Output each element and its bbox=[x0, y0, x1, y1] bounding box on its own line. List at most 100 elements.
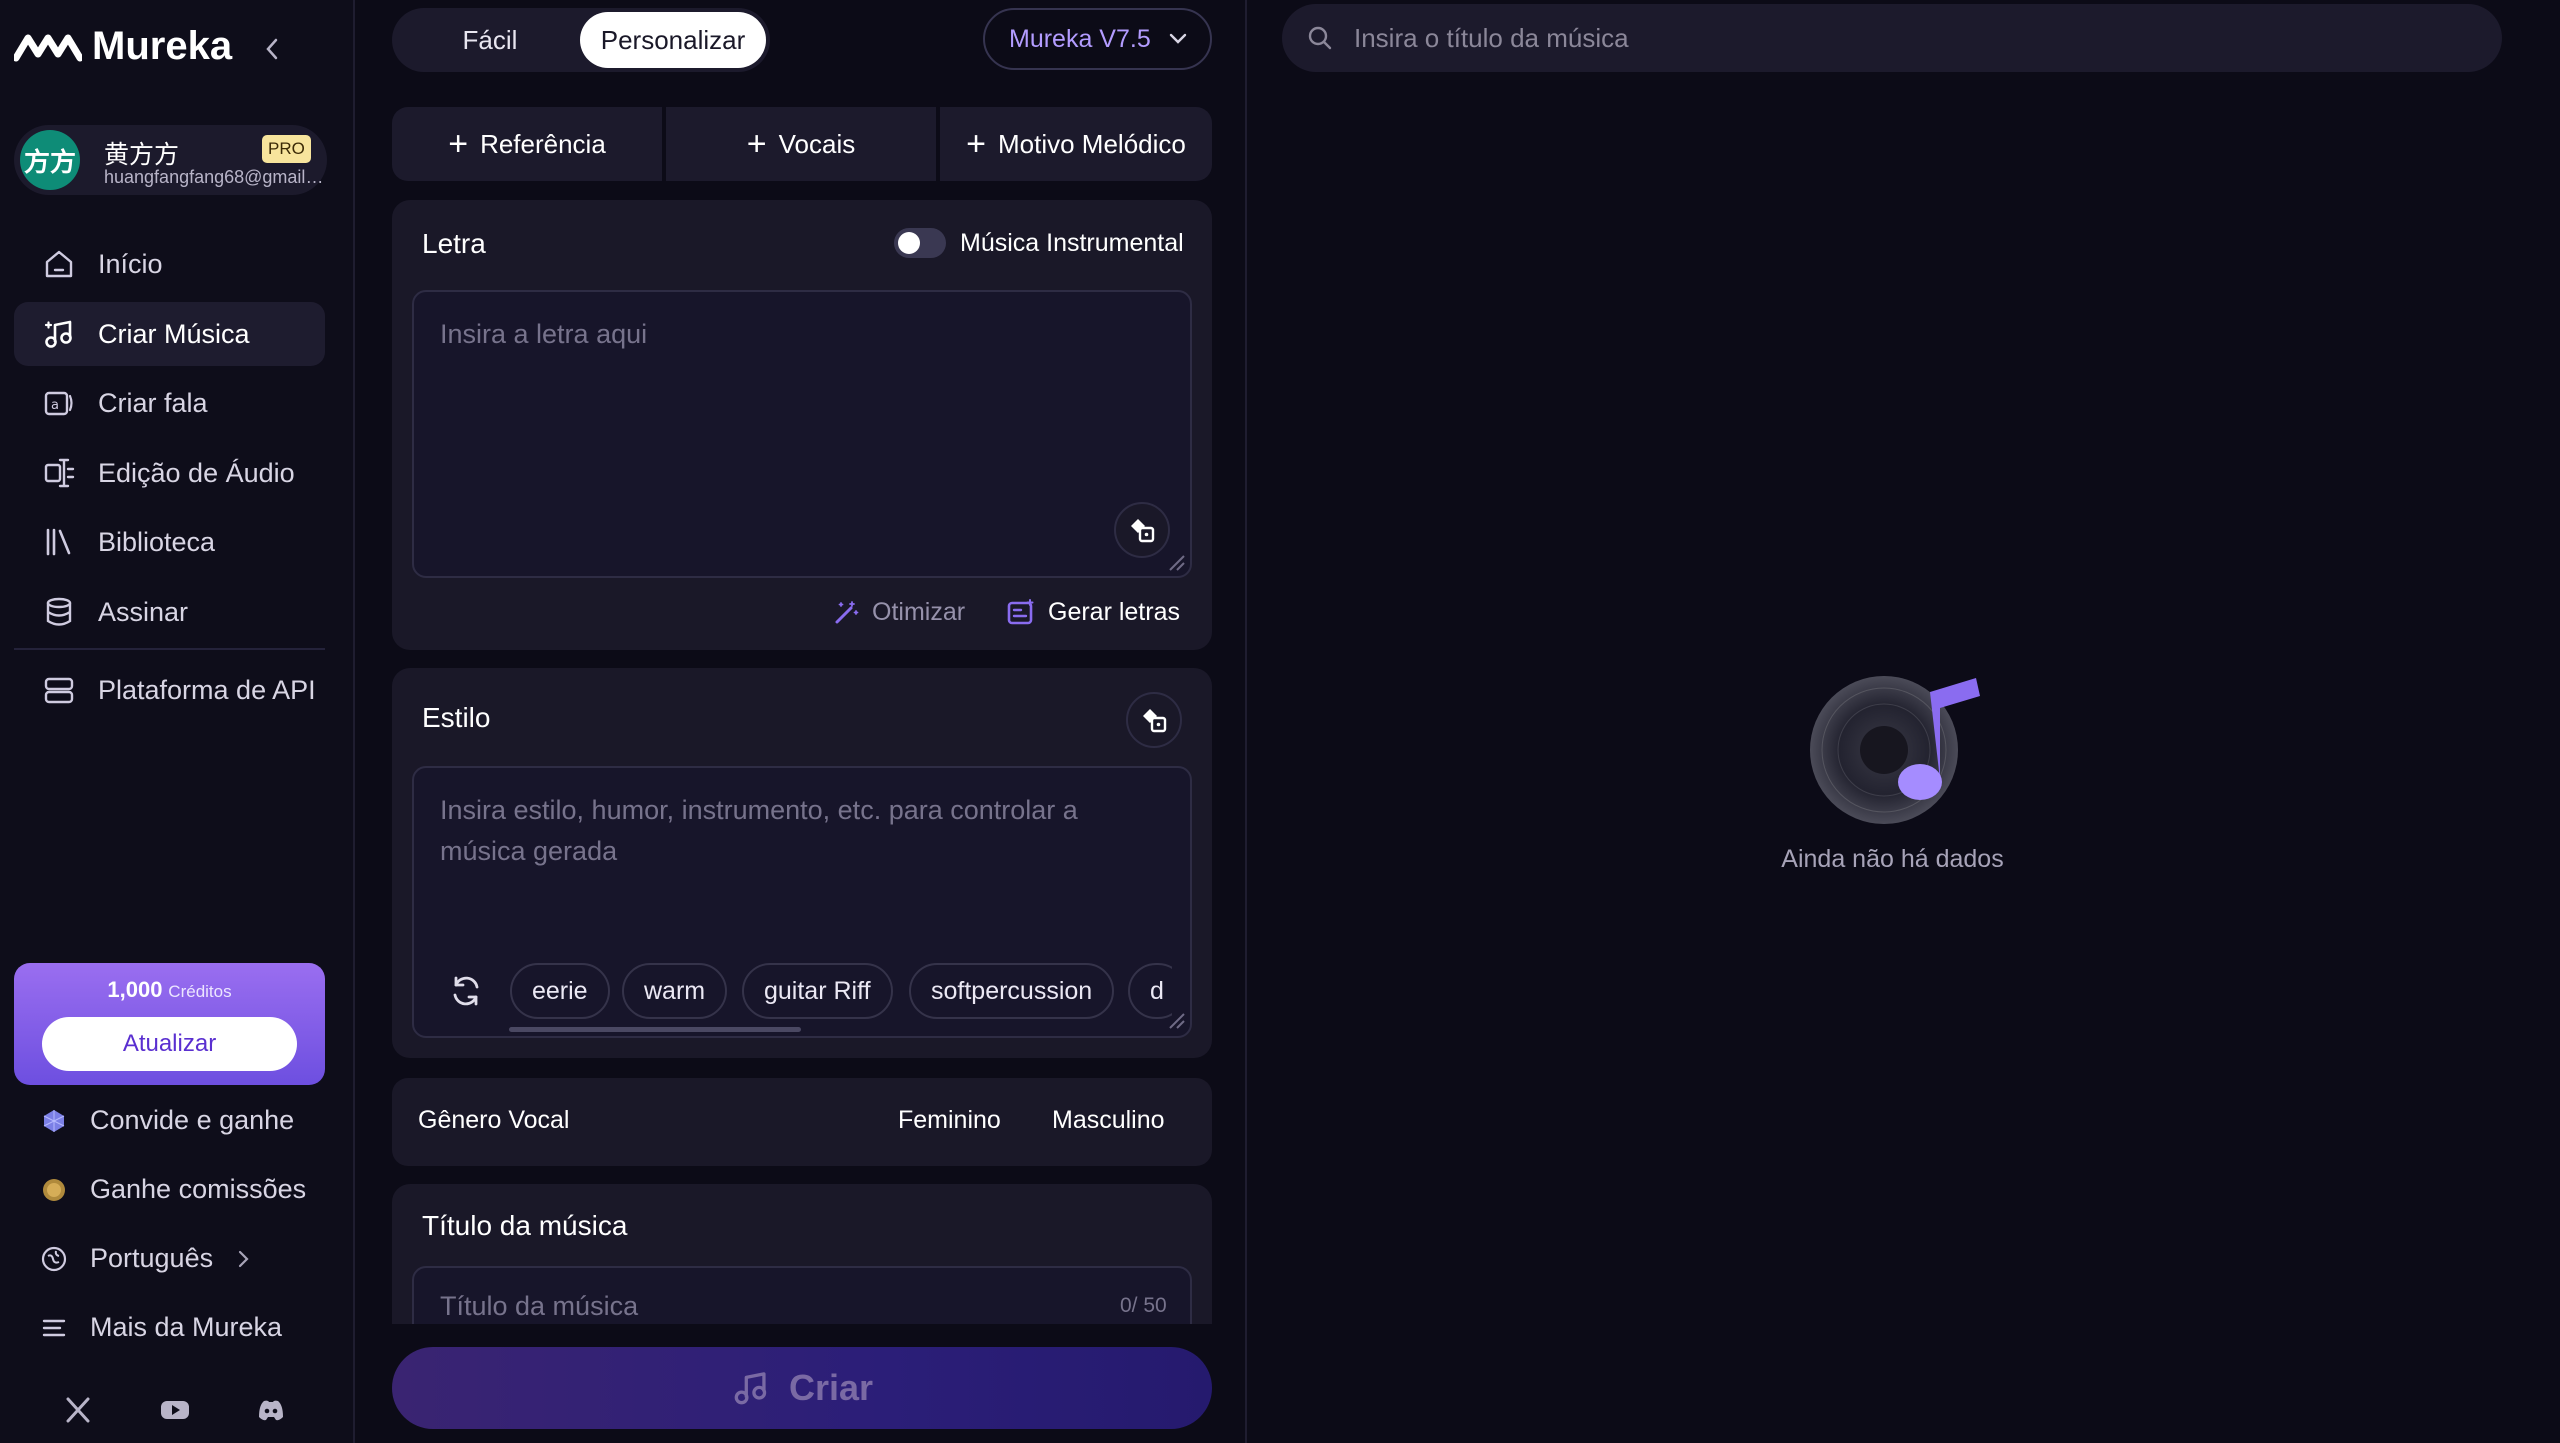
add-vocals-button[interactable]: + Vocais bbox=[666, 107, 936, 181]
instrumental-label: Música Instrumental bbox=[960, 228, 1184, 257]
song-title-input[interactable]: Título da música 0/ 50 bbox=[412, 1266, 1192, 1324]
style-placeholder: Insira estilo, humor, instrumento, etc. … bbox=[440, 795, 1078, 866]
nav-item-library[interactable]: Biblioteca bbox=[14, 510, 325, 574]
credits-card: 1,000 Créditos Atualizar bbox=[14, 963, 325, 1085]
vocal-gender-label: Gênero Vocal bbox=[418, 1106, 570, 1134]
dice-icon bbox=[1143, 709, 1167, 733]
motif-label: Motivo Melódico bbox=[998, 128, 1186, 159]
create-button[interactable]: Criar bbox=[392, 1347, 1212, 1429]
nav-item-subscribe[interactable]: Assinar bbox=[14, 580, 325, 644]
reference-label: Referência bbox=[480, 128, 606, 159]
optimize-button[interactable]: Otimizar bbox=[832, 598, 965, 627]
search-icon bbox=[1308, 26, 1332, 50]
user-card[interactable]: 方方 黄方方 PRO huangfangfang68@gmail.com bbox=[14, 125, 327, 195]
song-title-placeholder: Título da música bbox=[440, 1291, 639, 1321]
mode-custom-button[interactable]: Personalizar bbox=[580, 12, 766, 68]
avatar: 方方 bbox=[20, 130, 80, 190]
resize-handle-icon[interactable] bbox=[1166, 552, 1186, 572]
home-icon bbox=[45, 250, 73, 278]
user-email: huangfangfang68@gmail.com bbox=[104, 167, 326, 187]
user-name: 黄方方 bbox=[104, 140, 180, 169]
lyrics-placeholder: Insira a letra aqui bbox=[440, 319, 648, 349]
music-note-icon bbox=[734, 1372, 767, 1405]
instrumental-switch[interactable] bbox=[894, 228, 946, 258]
language-label: Português bbox=[90, 1243, 214, 1273]
lyrics-title: Letra bbox=[422, 228, 486, 259]
speech-icon: a bbox=[44, 391, 73, 416]
tags-scrollbar[interactable] bbox=[509, 1027, 801, 1032]
style-tag[interactable]: warm bbox=[622, 963, 728, 1019]
app-name: Mureka bbox=[92, 24, 233, 68]
create-label: Criar bbox=[788, 1367, 874, 1408]
nav-label: Assinar bbox=[98, 596, 189, 627]
more-label: Mais da Mureka bbox=[90, 1312, 283, 1342]
style-tag[interactable]: softpercussion bbox=[909, 963, 1115, 1019]
instrumental-toggle-row: Música Instrumental bbox=[894, 228, 1184, 258]
chevron-right-icon bbox=[238, 1250, 249, 1267]
nav-label: Criar Música bbox=[98, 318, 250, 349]
song-title-card: Título da música Título da música 0/ 50 bbox=[392, 1184, 1212, 1324]
logo[interactable]: Mureka bbox=[14, 24, 232, 69]
plus-icon: + bbox=[746, 125, 767, 163]
style-tags-strip: eerie warm guitar Riff softpercussion d bbox=[412, 950, 1172, 1040]
nav-item-audio-edit[interactable]: Edição de Áudio bbox=[14, 441, 325, 505]
reference-row: + Referência + Vocais + Motivo Melódico bbox=[392, 107, 1212, 181]
commission-link[interactable]: Ganhe comissões bbox=[40, 1174, 306, 1205]
nav-item-home[interactable]: Início bbox=[14, 232, 325, 296]
more-link[interactable]: Mais da Mureka bbox=[40, 1312, 282, 1343]
language-selector[interactable]: Português bbox=[40, 1243, 251, 1274]
discord-icon[interactable] bbox=[254, 1393, 288, 1427]
song-title-counter: 0/ 50 bbox=[1120, 1294, 1167, 1317]
generate-lyrics-button[interactable]: Gerar letras bbox=[1006, 598, 1180, 627]
nav-item-create-speech[interactable]: a Criar fala bbox=[14, 371, 325, 435]
search-input[interactable] bbox=[1354, 22, 2454, 54]
nav-label: Edição de Áudio bbox=[98, 457, 295, 488]
style-tag[interactable]: d bbox=[1128, 963, 1172, 1019]
globe-icon bbox=[41, 1246, 67, 1271]
model-selected: Mureka V7.5 bbox=[1009, 24, 1151, 53]
youtube-icon[interactable] bbox=[158, 1393, 192, 1427]
style-tag[interactable]: guitar Riff bbox=[742, 963, 893, 1019]
invite-link[interactable]: Convide e ganhe bbox=[40, 1105, 294, 1136]
vocals-label: Vocais bbox=[778, 128, 856, 159]
add-motif-button[interactable]: + Motivo Melódico bbox=[940, 107, 1212, 181]
dice-icon bbox=[1131, 519, 1155, 543]
invite-label: Convide e ganhe bbox=[90, 1105, 295, 1135]
chevron-down-icon bbox=[1169, 33, 1186, 44]
vocal-female-option[interactable]: Feminino bbox=[898, 1106, 1001, 1135]
commission-label: Ganhe comissões bbox=[90, 1174, 307, 1204]
credits-line: 1,000 Créditos bbox=[14, 977, 325, 1003]
style-tag[interactable]: eerie bbox=[510, 963, 610, 1019]
library-icon bbox=[46, 528, 71, 556]
pro-badge: PRO bbox=[262, 135, 311, 163]
add-reference-button[interactable]: + Referência bbox=[392, 107, 662, 181]
search-bar[interactable] bbox=[1282, 4, 2502, 72]
x-twitter-icon[interactable] bbox=[61, 1393, 95, 1427]
nav-item-create-music[interactable]: Criar Música bbox=[14, 302, 325, 366]
coin-icon bbox=[43, 1178, 65, 1201]
empty-music-disc-icon bbox=[1810, 676, 1980, 824]
mode-easy-button[interactable]: Fácil bbox=[396, 12, 584, 68]
music-note-icon bbox=[44, 320, 72, 348]
style-title: Estilo bbox=[422, 702, 491, 733]
nav-item-api-platform[interactable]: Plataforma de API bbox=[14, 658, 325, 722]
generate-lyrics-label: Gerar letras bbox=[1048, 598, 1180, 626]
collapse-sidebar-icon[interactable] bbox=[262, 34, 282, 64]
database-icon bbox=[46, 597, 72, 626]
credits-amount: 1,000 bbox=[107, 977, 163, 1002]
upgrade-button[interactable]: Atualizar bbox=[42, 1017, 297, 1071]
vocal-male-option[interactable]: Masculino bbox=[1052, 1106, 1165, 1135]
random-lyrics-button[interactable] bbox=[1114, 502, 1170, 558]
nav-label: Plataforma de API bbox=[98, 674, 316, 705]
random-style-button[interactable] bbox=[1126, 692, 1182, 748]
mode-toggle: Fácil Personalizar bbox=[392, 8, 770, 72]
mureka-logo-icon bbox=[14, 34, 82, 61]
server-icon bbox=[44, 677, 74, 704]
nav-label: Biblioteca bbox=[98, 526, 216, 557]
panel-divider bbox=[1245, 0, 1247, 1443]
svg-text:a: a bbox=[51, 398, 59, 413]
nav-divider bbox=[14, 648, 325, 650]
lyrics-textarea[interactable]: Insira a letra aqui bbox=[412, 290, 1192, 578]
magic-wand-icon bbox=[835, 600, 859, 623]
model-select[interactable]: Mureka V7.5 bbox=[983, 8, 1212, 70]
